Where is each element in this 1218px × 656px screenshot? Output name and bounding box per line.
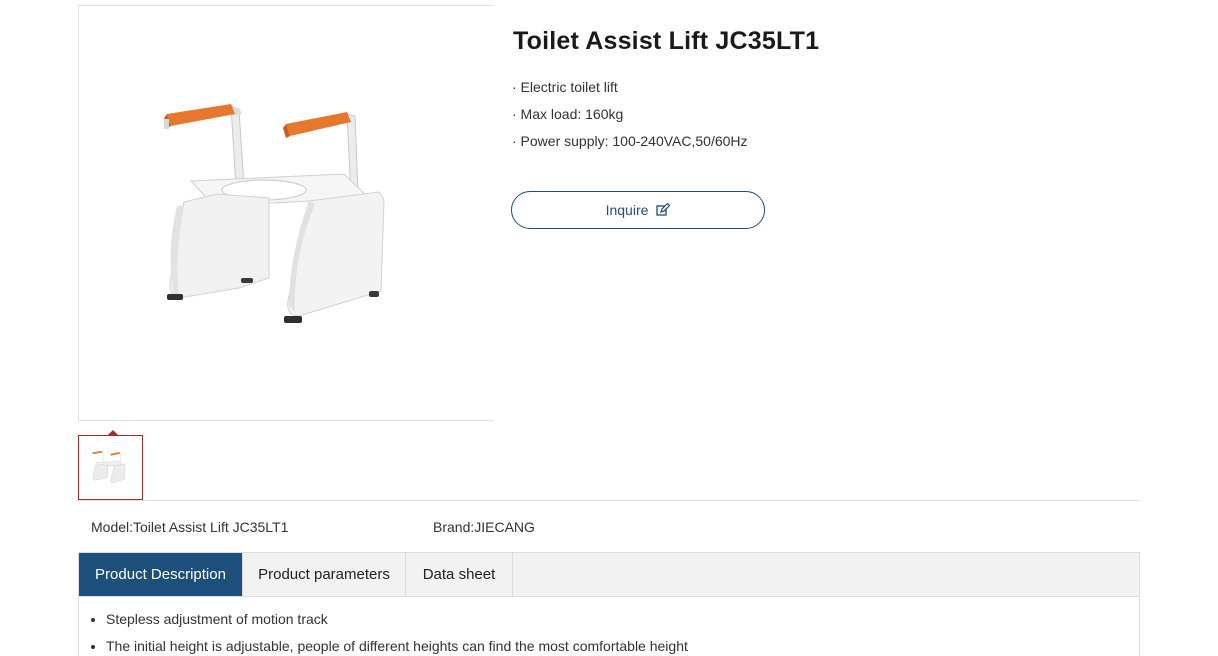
product-brand: Brand:JIECANG — [433, 519, 535, 535]
product-title: Toilet Assist Lift JC35LT1 — [513, 27, 820, 55]
tab-product-description[interactable]: Product Description — [79, 553, 243, 596]
feature-item: · Max load: 160kg — [512, 106, 624, 122]
description-panel: Stepless adjustment of motion track The … — [78, 597, 1140, 656]
description-item: The initial height is adjustable, people… — [106, 638, 688, 656]
product-tabs: Product Description Product parameters D… — [78, 552, 1140, 597]
feature-item: · Power supply: 100-240VAC,50/60Hz — [512, 133, 748, 149]
product-thumbnail[interactable] — [78, 435, 143, 500]
tab-data-sheet[interactable]: Data sheet — [406, 553, 513, 596]
product-feature-list: · Electric toilet lift · Max load: 160kg… — [512, 79, 748, 160]
edit-icon — [656, 203, 671, 217]
product-main-image[interactable] — [78, 5, 494, 421]
thumbnail-image — [92, 450, 126, 484]
inquire-button[interactable]: Inquire — [511, 191, 765, 229]
toilet-lift-illustration — [164, 104, 385, 323]
inquire-label: Inquire — [605, 202, 649, 218]
description-list: Stepless adjustment of motion track The … — [106, 611, 688, 656]
tab-product-parameters[interactable]: Product parameters — [243, 553, 406, 596]
description-item: Stepless adjustment of motion track — [106, 611, 688, 638]
feature-item: · Electric toilet lift — [512, 79, 618, 95]
section-divider — [78, 500, 1140, 501]
product-model: Model:Toilet Assist Lift JC35LT1 — [91, 519, 289, 535]
